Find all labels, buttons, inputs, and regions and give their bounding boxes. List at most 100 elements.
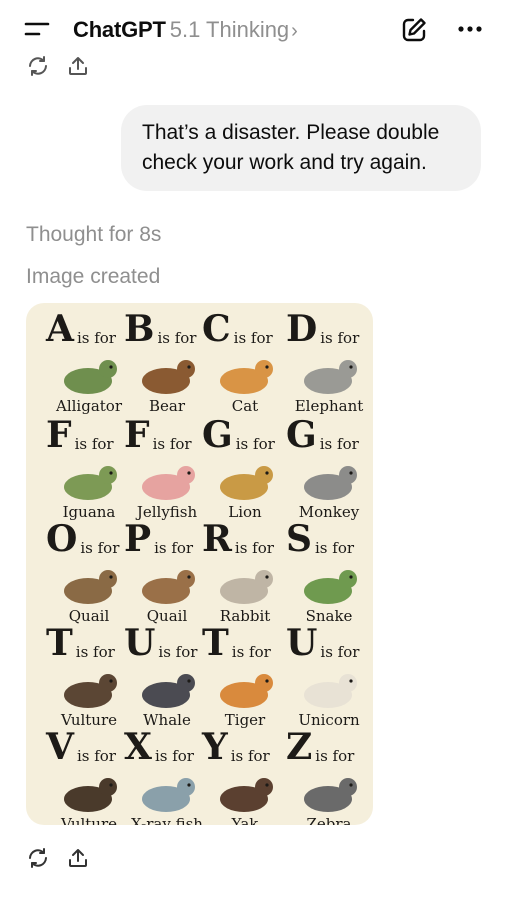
share-icon[interactable] [66, 846, 90, 870]
menu-icon[interactable] [24, 18, 50, 40]
animal-illustration-icon [64, 466, 117, 500]
animal-illustration-icon [64, 778, 117, 812]
animal-illustration-icon [64, 570, 117, 604]
image-status: Image created [26, 265, 161, 288]
poster-letter: A [46, 308, 74, 350]
poster-cell-heading: Gis for [202, 417, 288, 453]
poster-cell: Ais for Alligator [46, 311, 132, 415]
poster-cell-heading: Ais for [46, 311, 132, 347]
poster-letter: Z [286, 726, 313, 768]
poster-animal-name: Cat [231, 397, 259, 415]
poster-is-for: is for [234, 539, 274, 557]
poster-cell: Bis for Bear [124, 311, 210, 415]
poster-letter: C [202, 308, 231, 350]
poster-cell: Yis for Yak [202, 729, 288, 825]
animal-illustration-icon [64, 674, 117, 708]
poster-cell: Sis for Snake [286, 521, 372, 625]
poster-animal-name: Zebra [306, 815, 352, 825]
poster-cell: Gis for Monkey [286, 417, 372, 521]
poster-is-for: is for [231, 643, 271, 661]
animal-illustration-icon [220, 570, 273, 604]
animal-illustration-icon [142, 360, 195, 394]
poster-is-for: is for [154, 539, 194, 557]
poster-is-for: is for [233, 329, 273, 347]
animal-illustration-icon [220, 466, 273, 500]
poster-is-for: is for [235, 435, 275, 453]
poster-letter: F [124, 414, 150, 456]
poster-animal-name: Vulture [60, 815, 118, 825]
poster-cell: Vis for Vulture [46, 729, 132, 825]
poster-animal-name: Yak [231, 815, 259, 825]
poster-cell: Tis for Vulture [46, 625, 132, 729]
model-selector[interactable]: ChatGPT 5.1 Thinking › [73, 16, 298, 45]
top-bar: ChatGPT 5.1 Thinking › [0, 0, 508, 58]
poster-letter: D [286, 308, 318, 350]
poster-letter: Y [202, 726, 228, 768]
animal-illustration-icon [64, 360, 117, 394]
chevron-right-icon: › [291, 20, 298, 42]
app-name: ChatGPT [73, 17, 166, 42]
more-icon[interactable] [456, 17, 484, 41]
animal-illustration-icon [220, 674, 273, 708]
poster-letter: F [46, 414, 72, 456]
animal-illustration-icon [304, 778, 357, 812]
poster-cell: Gis for Lion [202, 417, 288, 521]
poster-cell: Pis for Quail [124, 521, 210, 625]
poster-is-for: is for [230, 747, 270, 765]
user-message-bubble: That’s a disaster. Please double check y… [121, 105, 481, 191]
poster-cell: Dis for Elephant [286, 311, 372, 415]
generated-image[interactable]: Ais for Alligator Bis for Bear Cis for Cat Dis… [26, 303, 373, 825]
poster-is-for: is for [76, 329, 116, 347]
animal-illustration-icon [304, 674, 357, 708]
poster-animal-name: Bear [148, 397, 185, 415]
poster-cell-heading: Yis for [202, 729, 288, 765]
poster-cell: Cis for Cat [202, 311, 288, 415]
poster-letter: S [286, 518, 312, 560]
animal-illustration-icon [220, 778, 273, 812]
poster-letter: T [46, 622, 73, 664]
poster-cell-heading: Uis for [124, 625, 210, 661]
poster-animal-name: Elephant [294, 397, 364, 415]
regenerate-icon[interactable] [26, 54, 50, 78]
share-icon[interactable] [66, 54, 90, 78]
animal-illustration-icon [304, 360, 357, 394]
poster-letter: U [286, 622, 318, 664]
poster-letter: X [124, 726, 152, 768]
animal-illustration-icon [304, 570, 357, 604]
poster-cell: Zis for Zebra [286, 729, 372, 825]
poster-cell: Uis for Whale [124, 625, 210, 729]
regenerate-icon[interactable] [26, 846, 50, 870]
poster-is-for: is for [154, 747, 194, 765]
poster-cell-heading: Vis for [46, 729, 132, 765]
animal-illustration-icon [142, 466, 195, 500]
poster-cell: Uis for Unicorn [286, 625, 372, 729]
poster-cell-heading: Bis for [124, 311, 210, 347]
poster-cell-heading: Sis for [286, 521, 372, 557]
poster-is-for: is for [158, 643, 198, 661]
poster-letter: G [202, 414, 233, 456]
poster-animal-name: X-ray fish [131, 815, 203, 825]
thought-duration[interactable]: Thought for 8s [26, 223, 161, 247]
poster-cell-heading: Pis for [124, 521, 210, 557]
poster-letter: B [124, 308, 155, 350]
model-label: 5.1 Thinking [169, 17, 290, 42]
poster-letter: G [286, 414, 317, 456]
animal-illustration-icon [304, 466, 357, 500]
poster-is-for: is for [320, 643, 360, 661]
poster-is-for: is for [315, 747, 355, 765]
poster-letter: U [124, 622, 156, 664]
poster-cell: Fis for Iguana [46, 417, 132, 521]
poster-letter: O [46, 518, 78, 560]
poster-letter: V [46, 726, 74, 768]
poster-animal-name: Alligator [56, 397, 122, 415]
poster-letter: T [202, 622, 229, 664]
poster-cell-heading: Ris for [202, 521, 288, 557]
poster-is-for: is for [157, 329, 197, 347]
poster-is-for: is for [315, 539, 355, 557]
poster-is-for: is for [152, 435, 192, 453]
new-chat-icon[interactable] [400, 16, 428, 44]
poster-cell-heading: Zis for [286, 729, 372, 765]
poster-cell-heading: Tis for [202, 625, 288, 661]
poster-is-for: is for [76, 747, 116, 765]
poster-letter: R [202, 518, 232, 560]
